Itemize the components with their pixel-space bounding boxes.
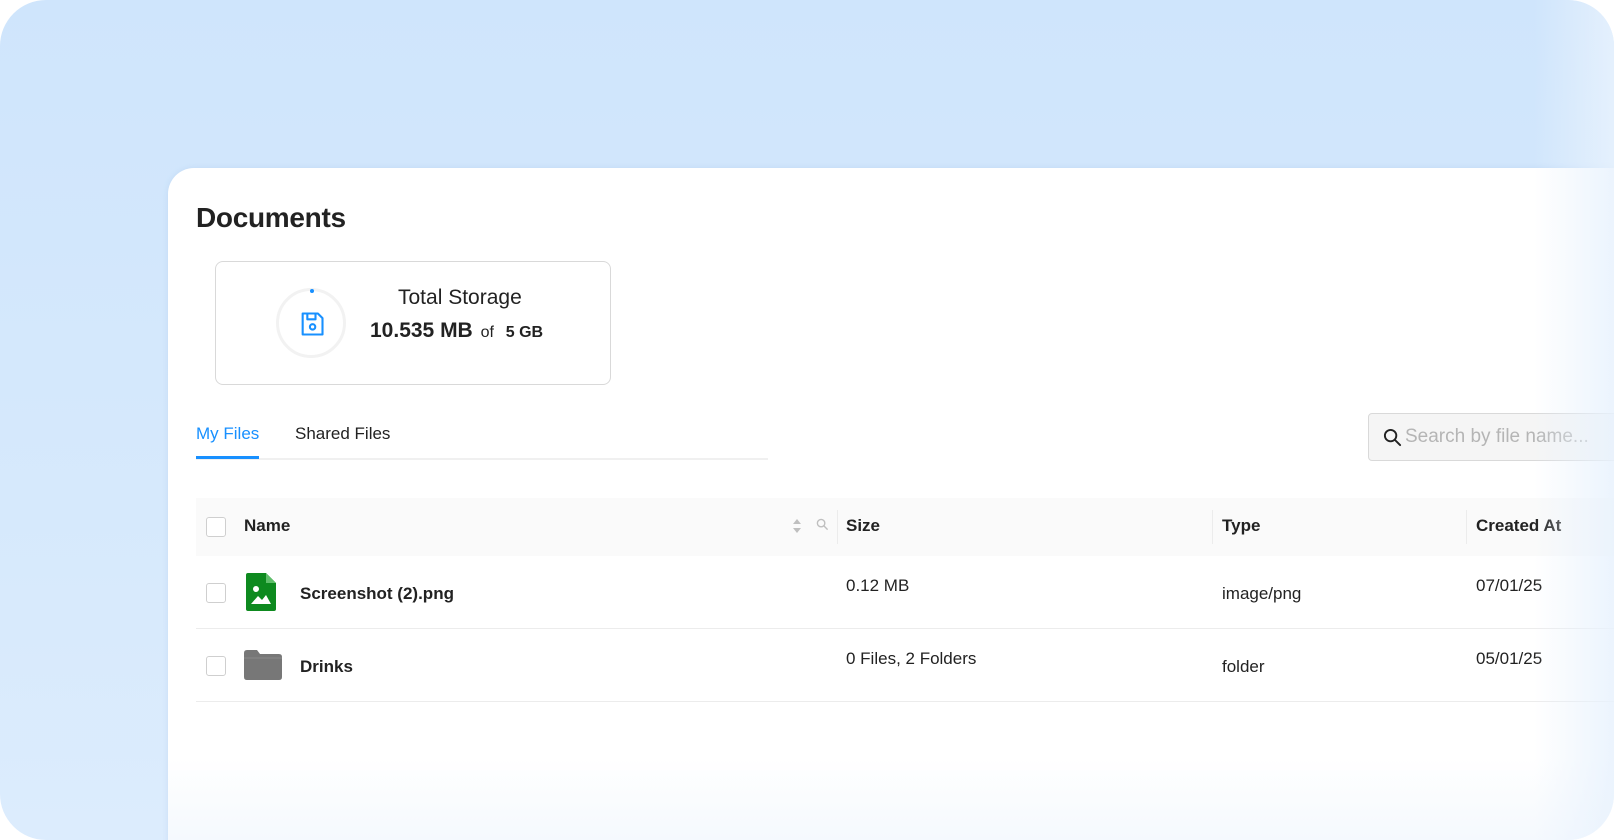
table-row[interactable]: Screenshot (2).png 0.12 MB image/png 07/… [196,556,1614,629]
file-created-at: 07/01/25 [1476,576,1543,595]
folder-icon [244,650,282,680]
storage-used: 10.535 MB [370,319,473,342]
floppy-disk-icon [301,312,324,336]
row-checkbox[interactable] [206,656,226,676]
bottom-fade-overlay [168,758,1614,840]
search-icon [1383,428,1402,447]
files-table: Name Size Type Created At Screenshot (2)… [196,498,1614,702]
column-header-name[interactable]: Name [244,516,290,536]
storage-of: of [480,324,494,341]
image-file-icon [246,573,276,611]
row-checkbox[interactable] [206,583,226,603]
file-type: image/png [1222,584,1302,603]
file-created-at: 05/01/25 [1476,649,1543,668]
column-search-icon[interactable] [816,518,829,531]
file-name[interactable]: Screenshot (2).png [300,584,454,604]
search-input[interactable] [1405,420,1614,454]
select-all-checkbox[interactable] [206,517,226,537]
column-header-type[interactable]: Type [1222,516,1260,536]
file-size: 0.12 MB [846,576,910,595]
column-divider [1212,510,1213,544]
storage-total: 5 GB [505,324,544,341]
background-frame: Documents Total Storage 10.535 MB of 5 G… [0,0,1614,840]
page-title: Documents [196,202,346,233]
column-header-size[interactable]: Size [846,516,880,536]
storage-progress-indicator [310,289,314,293]
file-name[interactable]: Drinks [300,657,353,677]
tab-shared-files[interactable]: Shared Files [295,424,390,456]
documents-panel: Documents Total Storage 10.535 MB of 5 G… [168,168,1614,840]
file-size: 0 Files, 2 Folders [846,649,977,668]
column-divider [837,510,838,544]
tab-my-files[interactable]: My Files [196,424,260,459]
storage-usage: 10.535 MB of 5 GB [370,319,543,343]
storage-label: Total Storage [398,286,522,309]
search-box[interactable] [1368,413,1614,461]
storage-progress-ring [276,288,346,358]
storage-card: Total Storage 10.535 MB of 5 GB [215,261,611,385]
sort-icon[interactable] [792,517,802,535]
column-divider [1466,510,1467,544]
file-type: folder [1222,657,1265,676]
file-tabs: My Files Shared Files [196,414,768,460]
column-header-created-at[interactable]: Created At [1476,516,1561,536]
table-header: Name Size Type Created At [196,498,1614,556]
table-row[interactable]: Drinks 0 Files, 2 Folders folder 05/01/2… [196,629,1614,702]
